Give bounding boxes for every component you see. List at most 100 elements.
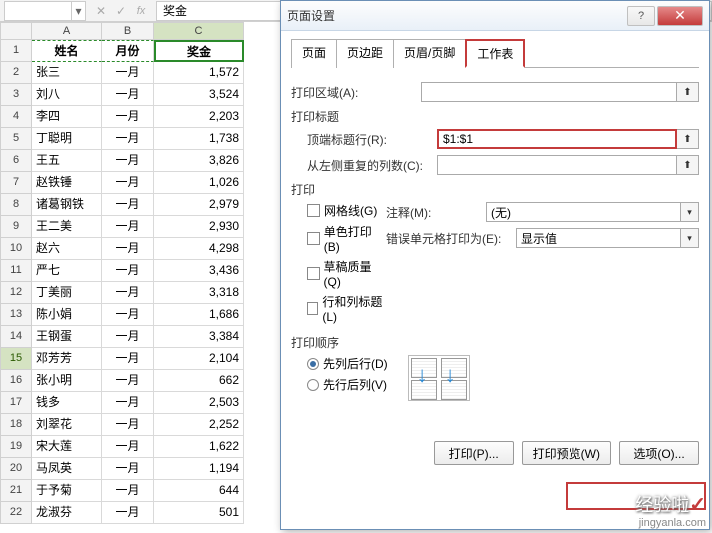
row-header[interactable]: 19 — [0, 436, 32, 458]
cell[interactable]: 501 — [154, 502, 244, 524]
cell[interactable]: 龙淑芬 — [32, 502, 102, 524]
row-header[interactable]: 11 — [0, 260, 32, 282]
gridlines-checkbox[interactable] — [307, 204, 320, 217]
cell[interactable]: 3,826 — [154, 150, 244, 172]
dialog-titlebar[interactable]: 页面设置 ? ✕ — [281, 1, 709, 31]
print-area-input[interactable] — [421, 82, 677, 102]
cell[interactable]: 丁美丽 — [32, 282, 102, 304]
cell[interactable]: 一月 — [102, 260, 154, 282]
options-button[interactable]: 选项(O)... — [619, 441, 699, 465]
cell[interactable]: 1,686 — [154, 304, 244, 326]
row-header[interactable]: 3 — [0, 84, 32, 106]
cell[interactable]: 诸葛钢铁 — [32, 194, 102, 216]
cell[interactable]: 刘八 — [32, 84, 102, 106]
cell[interactable]: 3,384 — [154, 326, 244, 348]
cancel-icon[interactable]: ✕ — [92, 2, 110, 20]
cell[interactable]: 张三 — [32, 62, 102, 84]
cell[interactable]: 月份 — [102, 40, 154, 62]
cell[interactable]: 一月 — [102, 348, 154, 370]
order-over-radio[interactable] — [307, 379, 319, 391]
row-header[interactable]: 5 — [0, 128, 32, 150]
enter-icon[interactable]: ✓ — [112, 2, 130, 20]
select-all-corner[interactable] — [0, 22, 32, 40]
cell[interactable]: 赵六 — [32, 238, 102, 260]
row-header[interactable]: 21 — [0, 480, 32, 502]
cell[interactable]: 一月 — [102, 304, 154, 326]
cell[interactable]: 一月 — [102, 414, 154, 436]
cell[interactable]: 宋大莲 — [32, 436, 102, 458]
cell[interactable]: 一月 — [102, 238, 154, 260]
cell[interactable]: 严七 — [32, 260, 102, 282]
order-down-radio[interactable] — [307, 358, 319, 370]
tab-headerfooter[interactable]: 页眉/页脚 — [393, 39, 466, 68]
cell[interactable]: 1,572 — [154, 62, 244, 84]
cell[interactable]: 一月 — [102, 282, 154, 304]
cell[interactable]: 刘翠花 — [32, 414, 102, 436]
cell[interactable]: 2,252 — [154, 414, 244, 436]
cell[interactable]: 李四 — [32, 106, 102, 128]
comments-combo[interactable] — [486, 202, 681, 222]
col-header-C[interactable]: C — [154, 22, 244, 40]
row-header[interactable]: 10 — [0, 238, 32, 260]
cell[interactable]: 赵铁锤 — [32, 172, 102, 194]
row-header[interactable]: 8 — [0, 194, 32, 216]
cell[interactable]: 一月 — [102, 458, 154, 480]
cell[interactable]: 644 — [154, 480, 244, 502]
cell[interactable]: 一月 — [102, 436, 154, 458]
cell[interactable]: 2,930 — [154, 216, 244, 238]
cell[interactable]: 2,979 — [154, 194, 244, 216]
cell[interactable]: 钱多 — [32, 392, 102, 414]
cell[interactable]: 一月 — [102, 326, 154, 348]
row-header[interactable]: 15 — [0, 348, 32, 370]
cell[interactable]: 一月 — [102, 62, 154, 84]
left-col-range-button[interactable]: ⬆ — [677, 155, 699, 175]
row-header[interactable]: 18 — [0, 414, 32, 436]
row-header[interactable]: 14 — [0, 326, 32, 348]
fx-icon[interactable]: fx — [132, 2, 150, 20]
help-button[interactable]: ? — [627, 6, 655, 26]
cell[interactable]: 2,503 — [154, 392, 244, 414]
cell[interactable]: 于予菊 — [32, 480, 102, 502]
top-row-input[interactable] — [437, 129, 677, 149]
cell[interactable]: 一月 — [102, 392, 154, 414]
cell[interactable]: 1,622 — [154, 436, 244, 458]
row-header[interactable]: 6 — [0, 150, 32, 172]
comments-dropdown-icon[interactable]: ▾ — [681, 202, 699, 222]
close-button[interactable]: ✕ — [657, 6, 703, 26]
errors-combo[interactable] — [516, 228, 681, 248]
cell[interactable]: 1,738 — [154, 128, 244, 150]
cell[interactable]: 一月 — [102, 84, 154, 106]
cell[interactable]: 一月 — [102, 106, 154, 128]
row-header[interactable]: 12 — [0, 282, 32, 304]
cell[interactable]: 一月 — [102, 128, 154, 150]
cell[interactable]: 张小明 — [32, 370, 102, 392]
rowcol-checkbox[interactable] — [307, 302, 318, 315]
cell[interactable]: 3,318 — [154, 282, 244, 304]
row-header[interactable]: 17 — [0, 392, 32, 414]
cell[interactable]: 3,524 — [154, 84, 244, 106]
cell[interactable]: 奖金 — [154, 40, 244, 62]
cell[interactable]: 丁聪明 — [32, 128, 102, 150]
top-row-range-button[interactable]: ⬆ — [677, 129, 699, 149]
bw-checkbox[interactable] — [307, 232, 320, 245]
row-header[interactable]: 16 — [0, 370, 32, 392]
cell[interactable]: 陈小娟 — [32, 304, 102, 326]
cell[interactable]: 王五 — [32, 150, 102, 172]
row-header[interactable]: 2 — [0, 62, 32, 84]
cell[interactable]: 一月 — [102, 150, 154, 172]
col-header-A[interactable]: A — [32, 22, 102, 40]
cell[interactable]: 姓名 — [32, 40, 102, 62]
cell[interactable]: 3,436 — [154, 260, 244, 282]
col-header-B[interactable]: B — [102, 22, 154, 40]
cell[interactable]: 一月 — [102, 216, 154, 238]
cell[interactable]: 邓芳芳 — [32, 348, 102, 370]
row-header[interactable]: 22 — [0, 502, 32, 524]
row-header[interactable]: 4 — [0, 106, 32, 128]
row-header[interactable]: 7 — [0, 172, 32, 194]
cell[interactable]: 一月 — [102, 194, 154, 216]
draft-checkbox[interactable] — [307, 267, 320, 280]
cell[interactable]: 一月 — [102, 172, 154, 194]
cell[interactable]: 王钢蛋 — [32, 326, 102, 348]
cell[interactable]: 一月 — [102, 370, 154, 392]
row-header[interactable]: 9 — [0, 216, 32, 238]
